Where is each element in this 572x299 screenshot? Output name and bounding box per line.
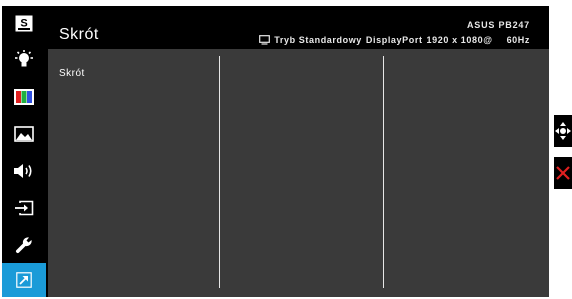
four-way-arrow-icon (555, 122, 571, 140)
svg-text:S: S (20, 17, 27, 29)
image-icon (14, 126, 34, 142)
speaker-icon (14, 164, 32, 178)
model-name: ASUS PB247 (466, 20, 530, 30)
sidebar-item-image[interactable] (2, 117, 46, 151)
menu-item-shortcut[interactable]: Skrót (59, 68, 85, 79)
page-title: Skrót (59, 26, 99, 43)
color-bars-icon (14, 89, 34, 105)
column-divider-1 (219, 56, 220, 288)
header-bar: Skrót ASUS PB247 Tryb Standardowy Displa… (48, 6, 549, 49)
shortcut-arrow-icon (16, 272, 32, 288)
close-icon (556, 166, 570, 180)
sidebar-item-input[interactable] (2, 191, 46, 225)
sidebar-item-system[interactable] (2, 228, 46, 262)
column-divider-2 (383, 56, 384, 288)
sidebar-item-color[interactable] (2, 80, 46, 114)
status-line: Tryb Standardowy DisplayPort 1920 x 1080… (259, 35, 530, 45)
exit-button[interactable] (554, 157, 572, 189)
status-refresh: 60Hz (506, 35, 530, 45)
sidebar-item-splendid[interactable]: S (2, 6, 46, 40)
sidebar-item-sound[interactable] (2, 154, 46, 188)
monitor-icon (259, 35, 271, 45)
input-select-icon (15, 200, 34, 216)
sidebar: S (2, 6, 46, 297)
status-resolution: 1920 x 1080@ (426, 35, 493, 45)
content-panel (48, 6, 549, 297)
wrench-icon (15, 237, 32, 254)
blue-light-icon (15, 50, 33, 67)
sidebar-item-brightness[interactable] (2, 43, 46, 77)
splendid-s-icon: S (15, 15, 33, 31)
status-mode: Tryb Standardowy (274, 35, 362, 45)
status-input: DisplayPort (365, 35, 423, 45)
navigate-button[interactable] (554, 115, 572, 147)
sidebar-item-shortcut[interactable] (2, 263, 46, 297)
